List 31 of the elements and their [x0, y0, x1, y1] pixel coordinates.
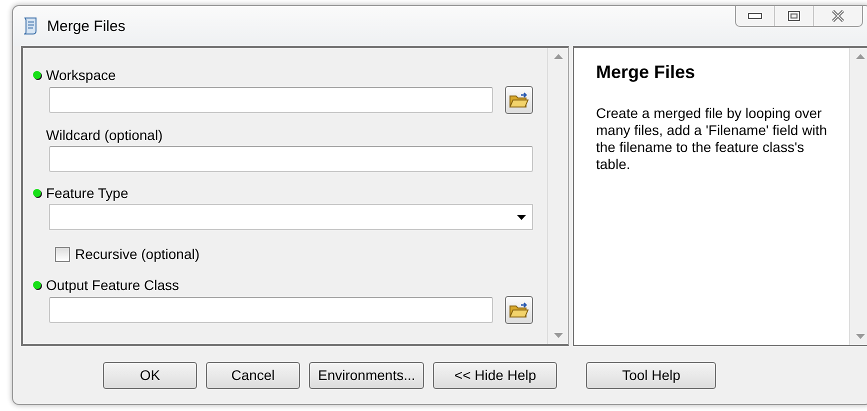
folder-icon — [509, 301, 529, 319]
help-title: Merge Files — [596, 62, 696, 83]
minimize-icon — [748, 13, 762, 19]
maximize-icon — [788, 11, 800, 21]
close-icon — [831, 10, 845, 22]
scroll-down-icon[interactable] — [554, 333, 562, 338]
dialog-button[interactable]: Cancel — [206, 362, 300, 388]
folder-icon — [509, 91, 529, 109]
parameter-label: Output Feature Class — [46, 277, 180, 293]
dialog-button[interactable]: Tool Help — [586, 362, 716, 388]
browse-button[interactable] — [505, 296, 533, 324]
scroll-up-icon[interactable] — [856, 54, 864, 59]
checkbox[interactable] — [55, 246, 70, 262]
input-field[interactable] — [49, 87, 493, 113]
dialog-button[interactable]: Environments... — [309, 362, 424, 388]
scroll-down-icon[interactable] — [856, 334, 864, 339]
dropdown-field[interactable] — [49, 204, 533, 230]
window-title: Merge Files — [47, 18, 126, 34]
input-field[interactable] — [49, 297, 493, 323]
dialog-button[interactable]: OK — [103, 362, 197, 388]
browse-button[interactable] — [505, 86, 533, 114]
input-field[interactable] — [49, 146, 533, 172]
parameter-label: Wildcard (optional) — [46, 127, 163, 143]
recursive-checkbox[interactable]: Recursive (optional) — [55, 246, 533, 262]
help-text: Create a merged file by looping over many files, add a 'Filename' field with the filename to the feature class's table. — [596, 105, 828, 173]
dialog-button[interactable]: << Hide Help — [433, 362, 558, 388]
parameter-label: Feature Type — [46, 185, 128, 201]
parameter-label: Workspace — [46, 67, 116, 83]
dropdown-arrow-icon — [517, 214, 526, 220]
script-icon — [21, 16, 39, 36]
scroll-up-icon[interactable] — [554, 54, 562, 59]
